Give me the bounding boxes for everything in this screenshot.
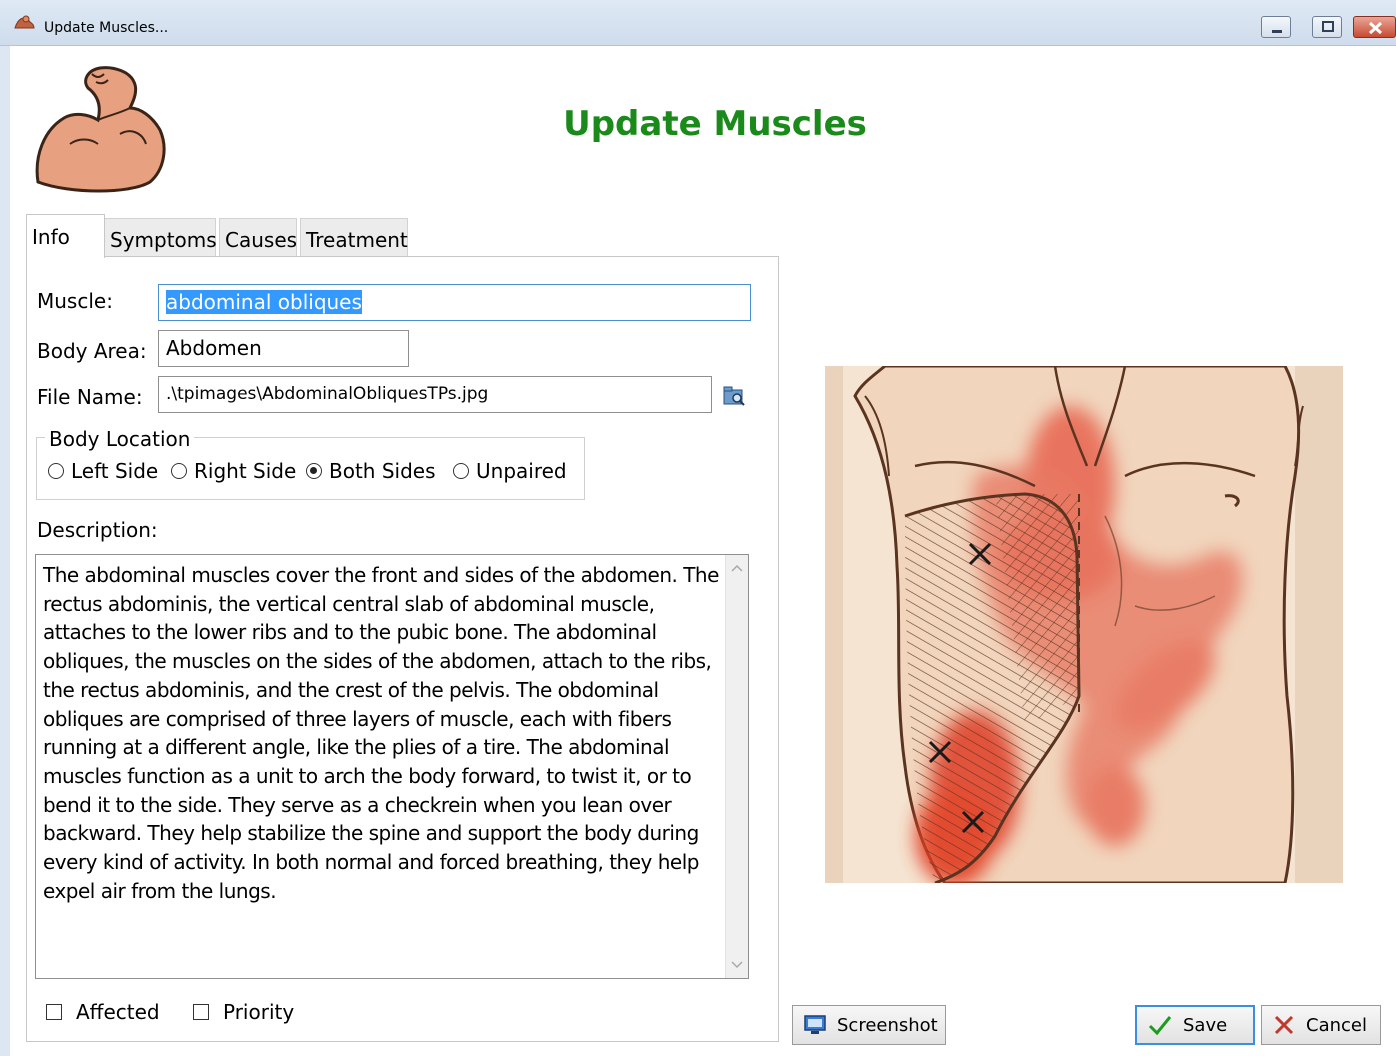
radio-unpaired-label: Unpaired	[476, 459, 567, 483]
radio-right-side-label: Right Side	[194, 459, 297, 483]
scroll-up-icon[interactable]	[726, 557, 748, 579]
checkmark-icon	[1148, 1016, 1172, 1036]
muscle-label: Muscle:	[37, 289, 113, 313]
tab-symptoms[interactable]: Symptoms	[104, 218, 217, 256]
radio-right-side[interactable]: Right Side	[171, 459, 297, 483]
radio-right-side-indicator	[171, 463, 187, 479]
close-button[interactable]	[1353, 16, 1396, 38]
priority-checkbox[interactable]: Priority	[193, 1000, 295, 1024]
file-name-input[interactable]: .\tpimages\AbdominalObliquesTPs.jpg	[158, 376, 712, 413]
scroll-down-icon[interactable]	[726, 954, 748, 976]
description-textarea[interactable]: The abdominal muscles cover the front an…	[35, 554, 749, 979]
cancel-x-icon	[1274, 1015, 1294, 1035]
description-label: Description:	[37, 518, 158, 542]
radio-left-side[interactable]: Left Side	[48, 459, 159, 483]
description-text: The abdominal muscles cover the front an…	[43, 563, 719, 903]
flexed-arm-icon	[35, 66, 166, 193]
muscle-input[interactable]: abdominal obliques	[158, 284, 751, 321]
radio-unpaired[interactable]: Unpaired	[453, 459, 567, 483]
screenshot-button[interactable]: Screenshot	[792, 1005, 946, 1045]
body-area-input[interactable]: Abdomen	[158, 330, 409, 367]
close-icon	[1368, 21, 1383, 35]
file-name-label: File Name:	[37, 385, 143, 409]
radio-left-side-indicator	[48, 463, 64, 479]
radio-both-sides-indicator	[306, 463, 322, 479]
maximize-button[interactable]	[1312, 16, 1342, 38]
save-button[interactable]: Save	[1135, 1005, 1255, 1045]
body-location-title: Body Location	[45, 427, 195, 451]
body-area-label: Body Area:	[37, 339, 147, 363]
affected-checkbox-box	[46, 1004, 62, 1020]
window-frame-left	[0, 46, 10, 1056]
app-icon	[14, 15, 35, 29]
description-scrollbar[interactable]	[725, 555, 748, 978]
minimize-icon	[1272, 30, 1282, 33]
tab-info[interactable]: Info	[26, 214, 105, 258]
window-titlebar: Update Muscles...	[0, 0, 1396, 46]
radio-left-side-label: Left Side	[71, 459, 159, 483]
tab-treatment[interactable]: Treatment	[300, 218, 408, 256]
affected-checkbox[interactable]: Affected	[46, 1000, 160, 1024]
save-label: Save	[1183, 1014, 1228, 1036]
radio-both-sides[interactable]: Both Sides	[306, 459, 436, 483]
folder-browse-icon[interactable]	[722, 384, 746, 406]
priority-checkbox-box	[193, 1004, 209, 1020]
screenshot-label: Screenshot	[837, 1014, 938, 1036]
muscle-value: abdominal obliques	[166, 290, 362, 314]
radio-both-sides-label: Both Sides	[329, 459, 436, 483]
maximize-icon	[1322, 21, 1334, 32]
trigger-point-diagram	[825, 366, 1343, 883]
radio-unpaired-indicator	[453, 463, 469, 479]
window-title: Update Muscles...	[44, 20, 169, 36]
page-title: Update Muscles	[563, 104, 867, 144]
screenshot-icon	[804, 1015, 826, 1034]
priority-label: Priority	[223, 1000, 295, 1024]
tab-causes[interactable]: Causes	[219, 218, 297, 256]
cancel-button[interactable]: Cancel	[1261, 1005, 1381, 1045]
minimize-button[interactable]	[1261, 16, 1291, 38]
affected-label: Affected	[76, 1000, 160, 1024]
cancel-label: Cancel	[1306, 1014, 1367, 1036]
